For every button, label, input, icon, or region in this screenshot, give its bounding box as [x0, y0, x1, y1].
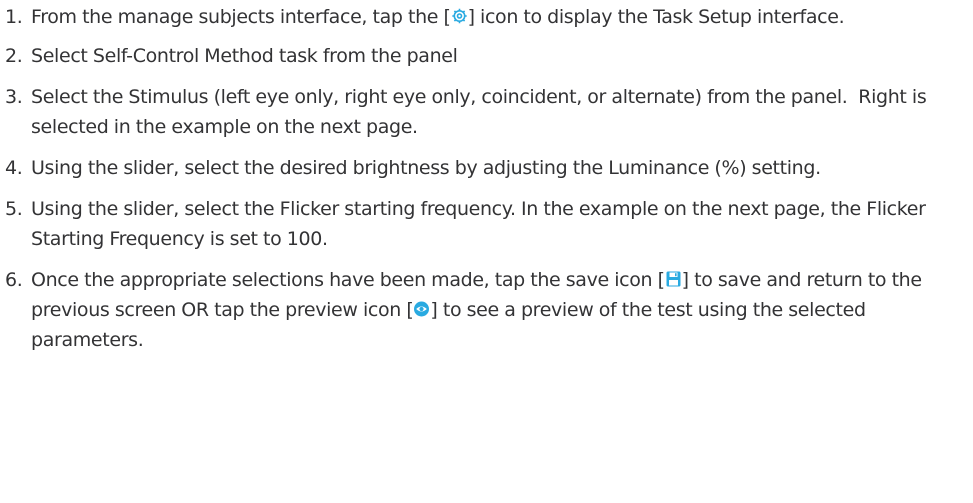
step-text: Using the slider, select the desired bri…	[31, 157, 821, 179]
step-text: Select Self-Control Method task from the…	[31, 45, 458, 67]
step-text: Using the slider, select the Flicker sta…	[31, 198, 926, 250]
step-text: ] icon to display the Task Setup interfa…	[467, 6, 845, 28]
step-6: 6. Once the appropriate selections have …	[0, 265, 973, 355]
instruction-steps: 1. From the manage subjects interface, t…	[0, 2, 973, 355]
step-2: 2. Select Self-Control Method task from …	[0, 41, 973, 71]
step-number: 4.	[5, 157, 23, 179]
step-number: 3.	[5, 86, 23, 108]
eye-preview-icon	[413, 299, 430, 319]
step-number: 5.	[5, 198, 23, 220]
step-text: Select the Stimulus (left eye only, righ…	[31, 86, 932, 138]
step-text: Once the appropriate selections have bee…	[31, 269, 665, 291]
step-number: 1.	[5, 6, 23, 28]
step-number: 6.	[5, 269, 23, 291]
step-5: 5. Using the slider, select the Flicker …	[0, 194, 973, 254]
step-1: 1. From the manage subjects interface, t…	[0, 2, 973, 32]
step-3: 3. Select the Stimulus (left eye only, r…	[0, 82, 973, 142]
step-text: From the manage subjects interface, tap …	[31, 6, 451, 28]
save-icon	[665, 269, 682, 289]
step-4: 4. Using the slider, select the desired …	[0, 153, 973, 183]
instruction-document: 1. From the manage subjects interface, t…	[0, 0, 973, 503]
step-number: 2.	[5, 45, 23, 67]
gear-icon	[451, 6, 468, 26]
